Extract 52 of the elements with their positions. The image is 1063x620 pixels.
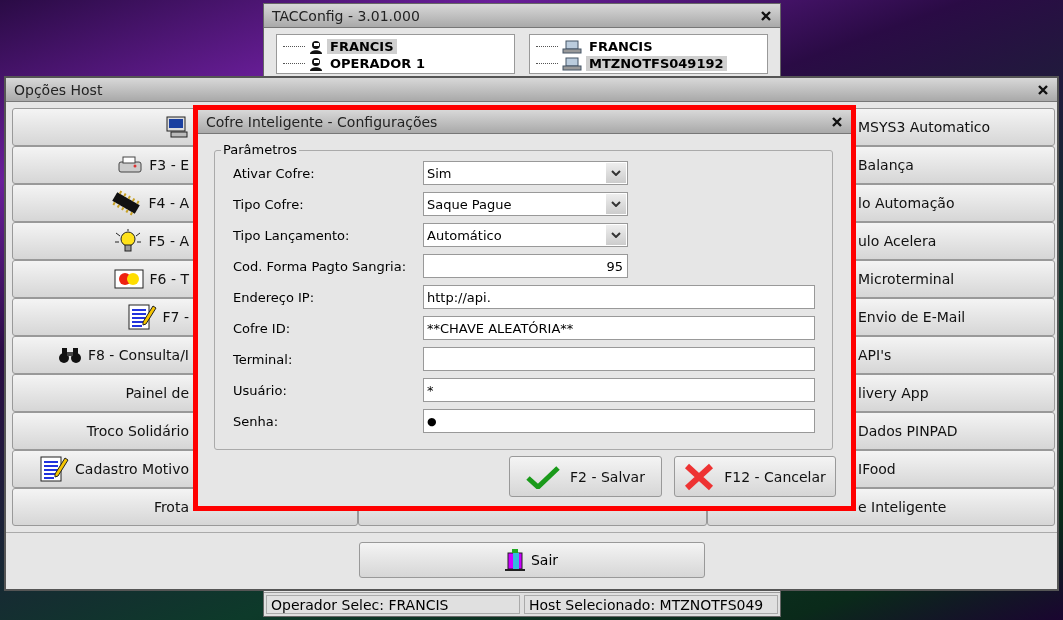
password-field[interactable]: ● xyxy=(423,409,815,433)
notepad-icon xyxy=(39,455,70,483)
close-button[interactable] xyxy=(760,9,772,22)
computer-icon xyxy=(562,39,582,54)
close-button[interactable] xyxy=(1037,83,1049,96)
input-field[interactable]: 95 xyxy=(423,254,628,278)
window-title: TACConfig - 3.01.000 xyxy=(272,7,420,24)
group-title: Parâmetros xyxy=(221,142,300,157)
exit-button[interactable]: Sair xyxy=(358,542,705,578)
close-icon xyxy=(761,10,771,21)
field-label: Terminal: xyxy=(233,351,294,367)
card-icon xyxy=(113,269,144,289)
input-field[interactable]: **CHAVE ALEATÓRIA** xyxy=(423,316,815,340)
window-title: Opções Host xyxy=(14,81,103,98)
status-text: Host Selecionado: MTZNOTFS049 xyxy=(524,595,778,614)
close-icon xyxy=(832,116,842,127)
status-text: Operador Selec: FRANCIS xyxy=(266,595,520,614)
printer-icon xyxy=(117,155,144,175)
tree-item[interactable]: MTZNOTFS049192 xyxy=(586,56,727,71)
cross-icon xyxy=(684,462,715,491)
chevron-down-icon xyxy=(611,201,621,207)
person-icon xyxy=(309,39,323,54)
close-button[interactable] xyxy=(831,115,843,128)
binoculars-icon xyxy=(57,346,82,364)
field-label: Senha: xyxy=(233,413,280,429)
monitor-icon xyxy=(165,116,189,138)
dropdown[interactable]: Automático xyxy=(423,223,628,247)
save-button[interactable]: F2 - Salvar xyxy=(509,456,662,497)
tree-item[interactable]: OPERADOR 1 xyxy=(327,56,428,71)
window-title: Cofre Inteligente - Configurações xyxy=(206,113,438,130)
input-field[interactable]: * xyxy=(423,378,815,402)
checkmark-icon xyxy=(526,464,561,489)
input-field[interactable]: http://api. xyxy=(423,285,815,309)
chevron-down-icon xyxy=(611,170,621,176)
field-label: Ativar Cofre: xyxy=(233,165,316,181)
person-icon xyxy=(309,56,323,71)
computer-icon xyxy=(562,56,582,71)
input-field[interactable] xyxy=(423,347,815,371)
dropdown[interactable]: Saque Pague xyxy=(423,192,628,216)
tree-item[interactable]: FRANCIS xyxy=(586,39,656,54)
field-label: Tipo Cofre: xyxy=(233,196,305,212)
close-icon xyxy=(1038,84,1048,95)
notepad-icon xyxy=(126,303,157,331)
chevron-down-icon xyxy=(611,232,621,238)
dropdown[interactable]: Sim xyxy=(423,161,628,185)
cancel-button[interactable]: F12 - Cancelar xyxy=(674,456,836,497)
tree-item[interactable]: FRANCIS xyxy=(327,39,397,54)
field-label: Usuário: xyxy=(233,382,288,398)
light-bulb-icon xyxy=(112,228,143,254)
field-label: Cofre ID: xyxy=(233,320,292,336)
field-label: Tipo Lançamento: xyxy=(233,227,351,243)
door-icon xyxy=(504,549,525,571)
